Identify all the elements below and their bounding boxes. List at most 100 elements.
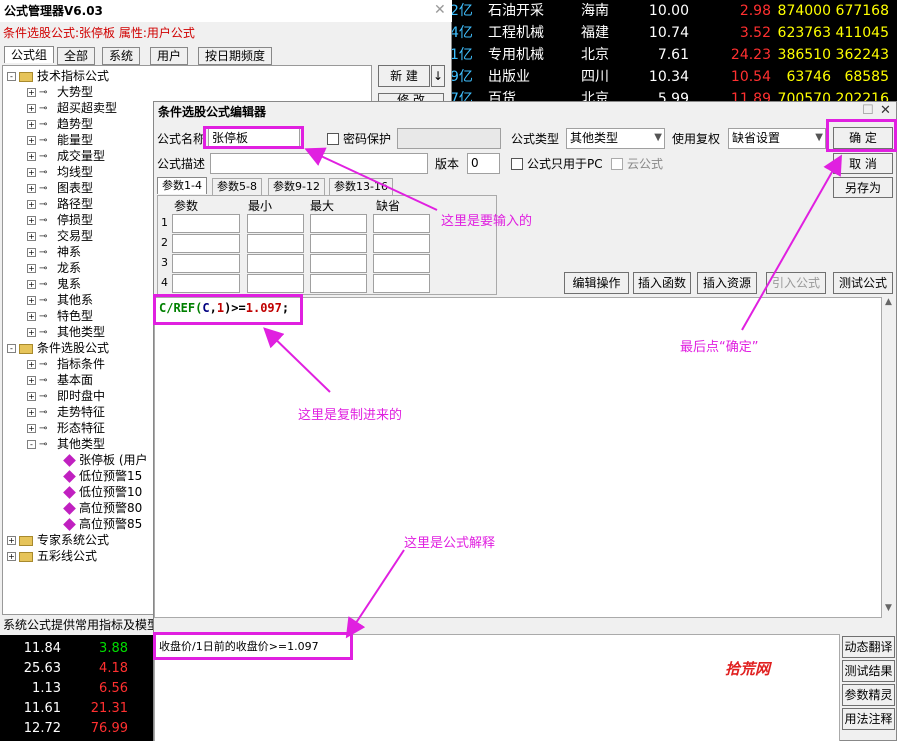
expand-icon[interactable]: + <box>27 264 36 273</box>
expand-icon[interactable]: + <box>27 296 36 305</box>
expand-icon[interactable]: + <box>27 184 36 193</box>
quote-row[interactable]: 25.63 4.18 <box>0 659 153 679</box>
close-icon[interactable]: ✕ <box>880 103 891 119</box>
tree-group-technical[interactable]: - 技术指标公式 <box>7 68 109 84</box>
scroll-down-icon[interactable]: ▼ <box>885 603 892 613</box>
stock-row[interactable]: 2亿 石油开采 海南 10.00 2.98 874000 677168 <box>450 0 897 22</box>
expand-icon[interactable]: + <box>27 216 36 225</box>
tab-system[interactable]: 系统 <box>102 47 141 65</box>
param-cell-input[interactable] <box>373 214 430 233</box>
cancel-button[interactable]: 取 消 <box>833 153 893 174</box>
expand-icon[interactable]: + <box>27 152 36 161</box>
maximize-icon[interactable]: ☐ <box>862 103 874 119</box>
rights-select[interactable]: 缺省设置 ▼ <box>728 128 826 149</box>
param-cell-input[interactable] <box>172 234 240 253</box>
expand-icon[interactable]: + <box>27 424 36 433</box>
tree-item-technical[interactable]: + ⊸ 大势型 <box>27 84 93 100</box>
quote-row[interactable]: 11.84 3.88 <box>0 639 153 659</box>
tree-group-expert[interactable]: + 专家系统公式 <box>7 532 109 548</box>
password-checkbox[interactable] <box>327 133 339 145</box>
quote-row[interactable]: 12.72 76.99 <box>0 719 153 739</box>
param-cell-input[interactable] <box>373 274 430 293</box>
pc-only-checkbox[interactable] <box>511 158 523 170</box>
param-cell-input[interactable] <box>310 274 367 293</box>
expand-icon[interactable]: + <box>7 536 16 545</box>
quote-row[interactable]: 1.13 6.56 <box>0 679 153 699</box>
tab-params-9-12[interactable]: 参数9-12 <box>268 178 325 196</box>
save-as-button[interactable]: 另存为 <box>833 177 893 198</box>
param-cell-input[interactable] <box>247 274 304 293</box>
param-cell-input[interactable] <box>310 234 367 253</box>
param-cell-input[interactable] <box>172 274 240 293</box>
tree-item-technical[interactable]: + ⊸ 其他系 <box>27 292 93 308</box>
tree-item-technical[interactable]: + ⊸ 龙系 <box>27 260 81 276</box>
test-result-button[interactable]: 测试结果 <box>842 660 895 682</box>
new-button[interactable]: 新 建 <box>378 65 430 87</box>
tree-group-colorline[interactable]: + 五彩线公式 <box>7 548 97 564</box>
formula-leaf[interactable]: 低位预警15 <box>63 468 142 484</box>
tab-by-frequency[interactable]: 按日期频度 <box>198 47 273 65</box>
tree-item-technical[interactable]: + ⊸ 其他类型 <box>27 324 105 340</box>
collapse-icon[interactable]: - <box>7 344 16 353</box>
param-wizard-button[interactable]: 参数精灵 <box>842 684 895 706</box>
tree-item-technical[interactable]: + ⊸ 特色型 <box>27 308 93 324</box>
tab-all[interactable]: 全部 <box>57 47 96 65</box>
param-cell-input[interactable] <box>247 254 304 273</box>
tree-item-condition[interactable]: - ⊸ 其他类型 <box>27 436 105 452</box>
param-cell-input[interactable] <box>247 214 304 233</box>
expand-icon[interactable]: + <box>27 200 36 209</box>
formula-leaf[interactable]: 张停板 (用户 <box>63 452 148 468</box>
tree-item-technical[interactable]: + ⊸ 停损型 <box>27 212 93 228</box>
expand-icon[interactable]: + <box>27 168 36 177</box>
formula-leaf[interactable]: 高位预警80 <box>63 500 142 516</box>
scroll-up-icon[interactable]: ▲ <box>885 297 892 307</box>
formula-desc-input[interactable] <box>210 153 428 174</box>
edit-op-button[interactable]: 编辑操作 <box>564 272 629 294</box>
tree-item-technical[interactable]: + ⊸ 超买超卖型 <box>27 100 117 116</box>
expand-icon[interactable]: + <box>27 408 36 417</box>
expand-icon[interactable]: + <box>27 104 36 113</box>
expand-icon[interactable]: + <box>27 232 36 241</box>
tree-item-technical[interactable]: + ⊸ 均线型 <box>27 164 93 180</box>
expand-icon[interactable]: + <box>27 88 36 97</box>
tab-params-13-16[interactable]: 参数13-16 <box>329 178 393 196</box>
close-icon[interactable]: ✕ <box>434 2 446 18</box>
param-cell-input[interactable] <box>247 234 304 253</box>
expand-icon[interactable]: + <box>27 392 36 401</box>
quote-row[interactable]: 11.61 21.31 <box>0 699 153 719</box>
expand-icon[interactable]: + <box>27 120 36 129</box>
tree-item-condition[interactable]: + ⊸ 走势特征 <box>27 404 105 420</box>
stock-row[interactable]: 1亿 专用机械 北京 7.61 24.23 386510 362243 <box>450 44 897 66</box>
stock-row[interactable]: 9亿 出版业 四川 10.34 10.54 63746 68585 <box>450 66 897 88</box>
param-cell-input[interactable] <box>172 214 240 233</box>
expand-icon[interactable]: + <box>27 376 36 385</box>
new-dropdown-button[interactable]: ↓ <box>431 65 445 87</box>
expand-icon[interactable]: + <box>7 552 16 561</box>
tree-item-condition[interactable]: + ⊸ 指标条件 <box>27 356 105 372</box>
tab-user[interactable]: 用户 <box>150 47 189 65</box>
formula-leaf[interactable]: 高位预警85 <box>63 516 142 532</box>
tree-item-condition[interactable]: + ⊸ 形态特征 <box>27 420 105 436</box>
collapse-icon[interactable]: - <box>27 440 36 449</box>
code-scrollbar[interactable]: ▲ ▼ <box>883 297 896 618</box>
tree-item-technical[interactable]: + ⊸ 交易型 <box>27 228 93 244</box>
tree-item-technical[interactable]: + ⊸ 成交量型 <box>27 148 105 164</box>
param-cell-input[interactable] <box>172 254 240 273</box>
param-cell-input[interactable] <box>310 254 367 273</box>
tree-item-technical[interactable]: + ⊸ 图表型 <box>27 180 93 196</box>
code-editor[interactable]: C/REF(C,1)>=1.097; <box>154 297 882 618</box>
expand-icon[interactable]: + <box>27 328 36 337</box>
dynamic-translate-button[interactable]: 动态翻译 <box>842 636 895 658</box>
tab-formula-group[interactable]: 公式组 <box>4 46 55 63</box>
param-cell-input[interactable] <box>373 234 430 253</box>
formula-type-select[interactable]: 其他类型 ▼ <box>566 128 665 149</box>
tree-item-condition[interactable]: + ⊸ 基本面 <box>27 372 93 388</box>
expand-icon[interactable]: + <box>27 312 36 321</box>
param-cell-input[interactable] <box>310 214 367 233</box>
usage-notes-button[interactable]: 用法注释 <box>842 708 895 730</box>
stock-row[interactable]: 4亿 工程机械 福建 10.74 3.52 623763 411045 <box>450 22 897 44</box>
tree-item-technical[interactable]: + ⊸ 鬼系 <box>27 276 81 292</box>
tree-item-condition[interactable]: + ⊸ 即时盘中 <box>27 388 105 404</box>
collapse-icon[interactable]: - <box>7 72 16 81</box>
expand-icon[interactable]: + <box>27 136 36 145</box>
